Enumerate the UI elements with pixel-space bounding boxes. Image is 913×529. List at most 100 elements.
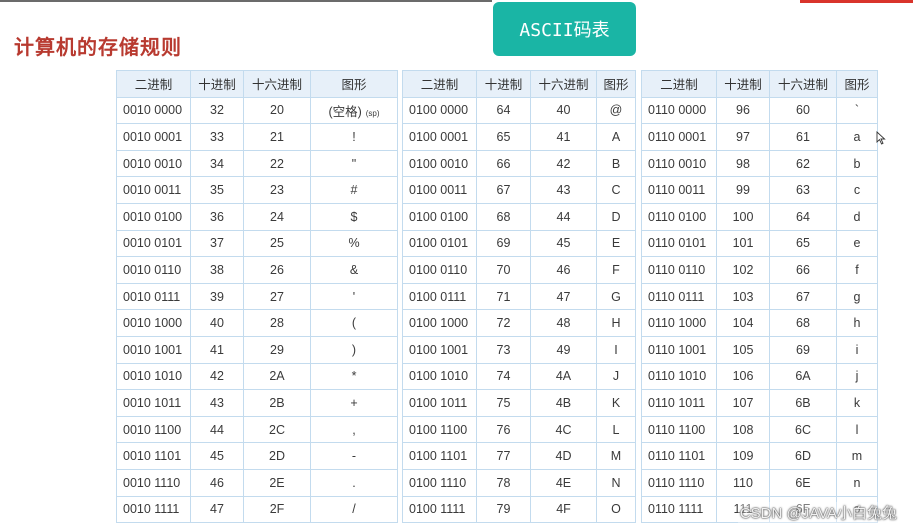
glyph-cell: L xyxy=(596,415,636,444)
hex-cell: 67 xyxy=(769,282,837,311)
csdn-watermark: CSDN @JAVA小白兔兔 xyxy=(737,502,899,523)
header-hex: 十六进制 xyxy=(530,70,597,98)
hex-cell: 6D xyxy=(769,442,837,470)
binary-cell: 0100 0001 xyxy=(402,123,477,151)
decimal-cell: 107 xyxy=(716,389,770,417)
binary-cell: 0110 0111 xyxy=(641,282,717,311)
binary-cell: 0110 1010 xyxy=(641,362,717,391)
hex-cell: 2B xyxy=(243,389,311,417)
decimal-cell: 76 xyxy=(476,415,531,444)
binary-cell: 0010 0111 xyxy=(116,282,191,311)
decimal-cell: 99 xyxy=(716,176,770,204)
glyph-cell: f xyxy=(836,256,878,284)
hex-cell: 45 xyxy=(530,229,597,258)
binary-cell: 0100 0100 xyxy=(402,202,477,231)
table-header-row: 二进制 十进制 十六进制 图形 xyxy=(641,70,878,98)
table-row: 0110 0101 101 65 e xyxy=(641,229,878,258)
decimal-cell: 103 xyxy=(716,282,770,311)
table-row: 0010 0011 35 23 # xyxy=(116,176,398,204)
glyph-cell: D xyxy=(596,202,636,231)
glyph-cell: l xyxy=(836,415,878,444)
table-row: 0010 0111 39 27 ' xyxy=(116,282,398,311)
binary-cell: 0100 1001 xyxy=(402,335,477,364)
decimal-cell: 73 xyxy=(476,335,531,364)
table-row: 0100 0011 67 43 C xyxy=(402,176,636,204)
decimal-cell: 39 xyxy=(190,282,244,311)
glyph-cell: H xyxy=(596,309,636,337)
glyph-cell: n xyxy=(836,468,878,497)
glyph-cell: O xyxy=(596,495,636,524)
table-row: 0110 1100 108 6C l xyxy=(641,415,878,444)
header-binary: 二进制 xyxy=(116,70,191,98)
table-row: 0110 0000 96 60 ` xyxy=(641,96,878,125)
binary-cell: 0110 1001 xyxy=(641,335,717,364)
binary-cell: 0100 1110 xyxy=(402,468,477,497)
decimal-cell: 40 xyxy=(190,309,244,337)
decimal-cell: 47 xyxy=(190,495,244,524)
hex-cell: 22 xyxy=(243,149,311,178)
hex-cell: 20 xyxy=(243,96,311,125)
table-row: 0010 0010 34 22 " xyxy=(116,149,398,178)
decimal-cell: 105 xyxy=(716,335,770,364)
top-divider-line xyxy=(0,0,492,2)
table-row: 0100 1100 76 4C L xyxy=(402,415,636,444)
hex-cell: 68 xyxy=(769,309,837,337)
glyph-cell: h xyxy=(836,309,878,337)
binary-cell: 0110 1111 xyxy=(641,495,717,524)
hex-cell: 63 xyxy=(769,176,837,204)
glyph-cell: g xyxy=(836,282,878,311)
binary-cell: 0110 1101 xyxy=(641,442,717,470)
hex-cell: 6B xyxy=(769,389,837,417)
decimal-cell: 102 xyxy=(716,256,770,284)
decimal-cell: 38 xyxy=(190,256,244,284)
binary-cell: 0110 0101 xyxy=(641,229,717,258)
hex-cell: 47 xyxy=(530,282,597,311)
hex-cell: 2E xyxy=(243,468,311,497)
glyph-cell: G xyxy=(596,282,636,311)
table-row: 0010 1010 42 2A * xyxy=(116,362,398,391)
table-row: 0100 0100 68 44 D xyxy=(402,202,636,231)
glyph-cell: ( xyxy=(310,309,398,337)
glyph-cell: @ xyxy=(596,96,636,125)
table-row: 0110 0111 103 67 g xyxy=(641,282,878,311)
header-binary: 二进制 xyxy=(641,70,717,98)
hex-cell: 2A xyxy=(243,362,311,391)
header-glyph: 图形 xyxy=(836,70,878,98)
header-glyph: 图形 xyxy=(310,70,398,98)
glyph-cell: . xyxy=(310,468,398,497)
glyph-cell: + xyxy=(310,389,398,417)
table-row: 0100 1011 75 4B K xyxy=(402,389,636,417)
decimal-cell: 79 xyxy=(476,495,531,524)
decimal-cell: 108 xyxy=(716,415,770,444)
hex-cell: 62 xyxy=(769,149,837,178)
glyph-cell: / xyxy=(310,495,398,524)
table-row: 0010 1000 40 28( xyxy=(116,309,398,337)
glyph-cell: j xyxy=(836,362,878,391)
glyph-cell: A xyxy=(596,123,636,151)
glyph-cell: m xyxy=(836,442,878,470)
hex-cell: 61 xyxy=(769,123,837,151)
decimal-cell: 44 xyxy=(190,415,244,444)
table-row: 0100 1111 79 4F O xyxy=(402,495,636,524)
table-row: 0010 1110 46 2E. xyxy=(116,468,398,497)
decimal-cell: 65 xyxy=(476,123,531,151)
decimal-cell: 71 xyxy=(476,282,531,311)
decimal-cell: 42 xyxy=(190,362,244,391)
table-row: 0010 1111 47 2F / xyxy=(116,495,398,524)
binary-cell: 0010 0001 xyxy=(116,123,191,151)
hex-cell: 4F xyxy=(530,495,597,524)
hex-cell: 49 xyxy=(530,335,597,364)
hex-cell: 21 xyxy=(243,123,311,151)
ascii-table-96-111: 二进制 十进制 十六进制 图形 0110 0000 96 60 ` 0110 0001 9… xyxy=(641,70,878,524)
glyph-cell: c xyxy=(836,176,878,204)
binary-cell: 0100 0111 xyxy=(402,282,477,311)
binary-cell: 0100 0011 xyxy=(402,176,477,204)
binary-cell: 0100 0010 xyxy=(402,149,477,178)
hex-cell: 4D xyxy=(530,442,597,470)
glyph-cell: k xyxy=(836,389,878,417)
hex-cell: 42 xyxy=(530,149,597,178)
hex-cell: 2D xyxy=(243,442,311,470)
binary-cell: 0110 1110 xyxy=(641,468,717,497)
binary-cell: 0010 1001 xyxy=(116,335,191,364)
hex-cell: 6C xyxy=(769,415,837,444)
